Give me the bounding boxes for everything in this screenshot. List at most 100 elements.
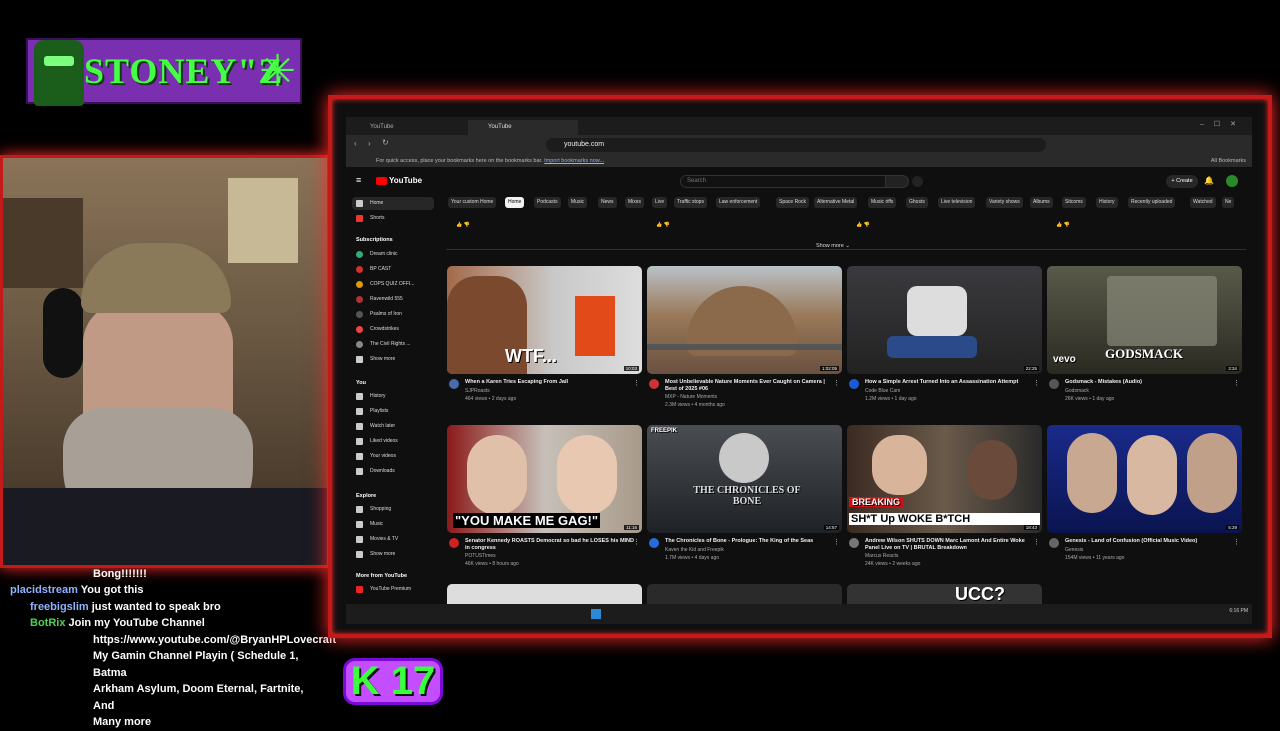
video-channel[interactable]: MXP - Nature Moments [665,394,717,400]
tab-youtube-1[interactable]: YouTube [350,120,468,135]
back-icon[interactable]: ‹ [354,139,357,148]
channel-avatar[interactable] [1049,379,1059,389]
forward-icon[interactable]: › [368,139,371,148]
you-heading[interactable]: You [356,380,366,386]
sidebar-sub-item[interactable]: Psalms of Iron [352,308,434,321]
sidebar-sub-item[interactable]: The Civil Rights ... [352,338,434,351]
window-controls[interactable]: –☐✕ [1200,120,1246,128]
chip[interactable]: Albums [1030,197,1053,208]
channel-avatar[interactable] [649,538,659,548]
mic-icon[interactable] [912,176,923,187]
video-thumbnail[interactable]: BREAKING SH*T Up WOKE B*TCH 18:43 [847,425,1042,533]
video-thumbnail[interactable]: UCC? [847,584,1042,604]
chip[interactable]: Space Rock [776,197,809,208]
chip-home[interactable]: Home [505,197,525,208]
sidebar-item-your-videos[interactable]: Your videos [352,450,434,463]
more-options-icon[interactable]: ⋮ [1033,538,1040,546]
channel-avatar[interactable] [849,379,859,389]
chip[interactable]: Mixes [625,197,645,208]
channel-avatar[interactable] [449,538,459,548]
subs-show-more[interactable]: Show more [352,353,434,366]
chip[interactable]: Music riffs [868,197,897,208]
sidebar-item-music[interactable]: Music [352,518,434,531]
chip[interactable]: Variety shows [986,197,1023,208]
chip[interactable]: Watched [1190,197,1216,208]
chip[interactable]: Ghosts [906,197,928,208]
channel-avatar[interactable] [649,379,659,389]
video-thumbnail[interactable]: 1:02:05 [647,266,842,374]
video-channel[interactable]: Genesis [1065,547,1083,553]
video-thumbnail[interactable]: 5:29 [1047,425,1242,533]
sidebar-item-movies[interactable]: Movies & TV [352,533,434,546]
chip[interactable]: Recently uploaded [1128,197,1176,208]
chip[interactable]: Law enforcement [716,197,761,208]
more-options-icon[interactable]: ⋮ [633,538,640,546]
subscriptions-heading[interactable]: Subscriptions [356,237,393,243]
chip[interactable]: History [1096,197,1118,208]
sidebar-item-liked[interactable]: Liked videos [352,435,434,448]
video-title[interactable]: Senator Kennedy ROASTS Democrat so bad h… [465,538,635,552]
channel-avatar[interactable] [449,379,459,389]
sidebar-item-playlists[interactable]: Playlists [352,405,434,418]
video-thumbnail[interactable]: FREEPIK THE CHRONICLES OF BONE 14:57 [647,425,842,533]
all-bookmarks[interactable]: All Bookmarks [1211,155,1246,167]
start-icon[interactable] [591,609,601,619]
more-options-icon[interactable]: ⋮ [1033,379,1040,387]
youtube-logo[interactable]: YouTube [376,176,422,185]
search-button[interactable] [885,175,909,188]
sidebar-item-shopping[interactable]: Shopping [352,503,434,516]
more-options-icon[interactable]: ⋮ [833,538,840,546]
sidebar-sub-item[interactable]: Crowdstrikes [352,323,434,336]
chip[interactable]: Sitcoms [1062,197,1086,208]
sidebar-item-shorts[interactable]: Shorts [352,212,434,225]
sidebar-item-home[interactable]: Home [352,197,434,210]
video-title[interactable]: Andrew Wilson SHUTS DOWN Marc Lamont And… [865,538,1035,552]
video-channel[interactable]: Code Blue Cam [865,388,900,394]
chip[interactable]: Music [568,197,588,208]
video-thumbnail[interactable] [647,584,842,604]
video-title[interactable]: How a Simple Arrest Turned Into an Assas… [865,379,1035,386]
search-input[interactable]: Search [680,175,900,188]
chip[interactable]: Live [652,197,668,208]
reload-icon[interactable]: ↻ [382,138,389,147]
tab-youtube-2[interactable]: YouTube [468,120,578,135]
video-channel[interactable]: Kaven the Kid and Freepik [665,547,724,553]
video-title[interactable]: Genesis - Land of Confusion (Official Mu… [1065,538,1235,545]
more-options-icon[interactable]: ⋮ [633,379,640,387]
sidebar-item-watch-later[interactable]: Watch later [352,420,434,433]
chip[interactable]: Ne [1222,197,1235,208]
avatar[interactable] [1226,175,1238,187]
video-title[interactable]: When a Karen Tries Escaping From Jail [465,379,635,386]
video-thumbnail[interactable]: "YOU MAKE ME GAG!" 11:16 [447,425,642,533]
video-channel[interactable]: Marcus Reacts [865,553,898,559]
video-thumbnail[interactable]: 22:25 [847,266,1042,374]
create-button[interactable]: + Create [1166,175,1198,188]
import-bookmarks-link[interactable]: Import bookmarks now... [544,158,604,164]
sidebar-sub-item[interactable]: BP CAST [352,263,434,276]
channel-avatar[interactable] [849,538,859,548]
more-options-icon[interactable]: ⋮ [1233,538,1240,546]
chip[interactable]: Podcasts [534,197,561,208]
sidebar-sub-item[interactable]: Ravenwild 555 [352,293,434,306]
video-thumbnail[interactable] [447,584,642,604]
chip[interactable]: Traffic stops [674,197,707,208]
chip[interactable]: Alternative Metal [814,197,858,208]
video-channel[interactable]: Godsmack [1065,388,1089,394]
sidebar-item-premium[interactable]: YouTube Premium [352,583,434,596]
sidebar-item-history[interactable]: History [352,390,434,403]
video-channel[interactable]: SJPRoasts [465,388,490,394]
channel-avatar[interactable] [1049,538,1059,548]
bell-icon[interactable]: 🔔 [1204,176,1214,186]
explore-show-more[interactable]: Show more [352,548,434,561]
video-channel[interactable]: POTUSTimes [465,553,496,559]
menu-icon[interactable]: ≡ [356,175,361,185]
chip[interactable]: Your custom Home [448,197,497,208]
url-input[interactable]: youtube.com [546,138,1046,152]
like-icon[interactable]: 👍 👎 [856,220,870,230]
like-icon[interactable]: 👍 👎 [656,220,670,230]
video-thumbnail[interactable]: vevo GODSMACK 3:34 [1047,266,1242,374]
like-icon[interactable]: 👍 👎 [1056,220,1070,230]
video-title[interactable]: The Chronicles of Bone - Prologue: The K… [665,538,835,545]
more-options-icon[interactable]: ⋮ [833,379,840,387]
sidebar-item-downloads[interactable]: Downloads [352,465,434,478]
